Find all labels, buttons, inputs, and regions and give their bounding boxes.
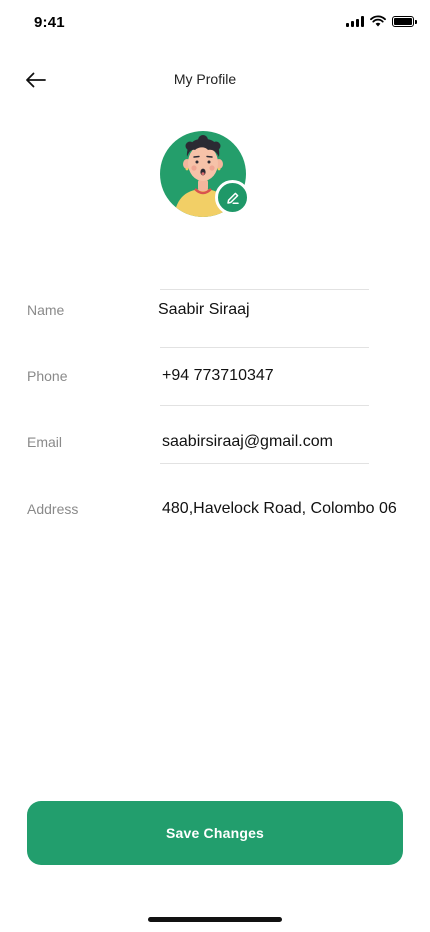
name-field: Name Saabir Siraaj (0, 290, 430, 350)
wifi-icon (370, 15, 386, 27)
status-bar: 9:41 (0, 0, 430, 46)
email-field: Email saabirsiraaj@gmail.com (0, 406, 430, 466)
edit-avatar-button[interactable] (215, 180, 250, 215)
phone-input[interactable]: +94 773710347 (162, 367, 274, 385)
battery-icon (392, 15, 417, 27)
name-input[interactable]: Saabir Siraaj (158, 301, 250, 319)
phone-label: Phone (27, 368, 68, 384)
address-field: Address 480,Havelock Road, Colombo 06 (0, 464, 430, 524)
name-label: Name (27, 302, 65, 318)
address-label: Address (27, 501, 79, 517)
status-icons (346, 15, 417, 27)
home-indicator (148, 917, 282, 922)
address-input[interactable]: 480,Havelock Road, Colombo 06 (162, 500, 397, 518)
email-input[interactable]: saabirsiraaj@gmail.com (162, 433, 333, 451)
email-label: Email (27, 434, 63, 450)
page-title: My Profile (173, 71, 237, 87)
pencil-icon (226, 192, 239, 204)
status-time: 9:41 (34, 14, 65, 31)
save-changes-button[interactable]: Save Changes (27, 801, 403, 865)
signal-icon (346, 15, 364, 27)
phone-field: Phone +94 773710347 (0, 348, 430, 408)
